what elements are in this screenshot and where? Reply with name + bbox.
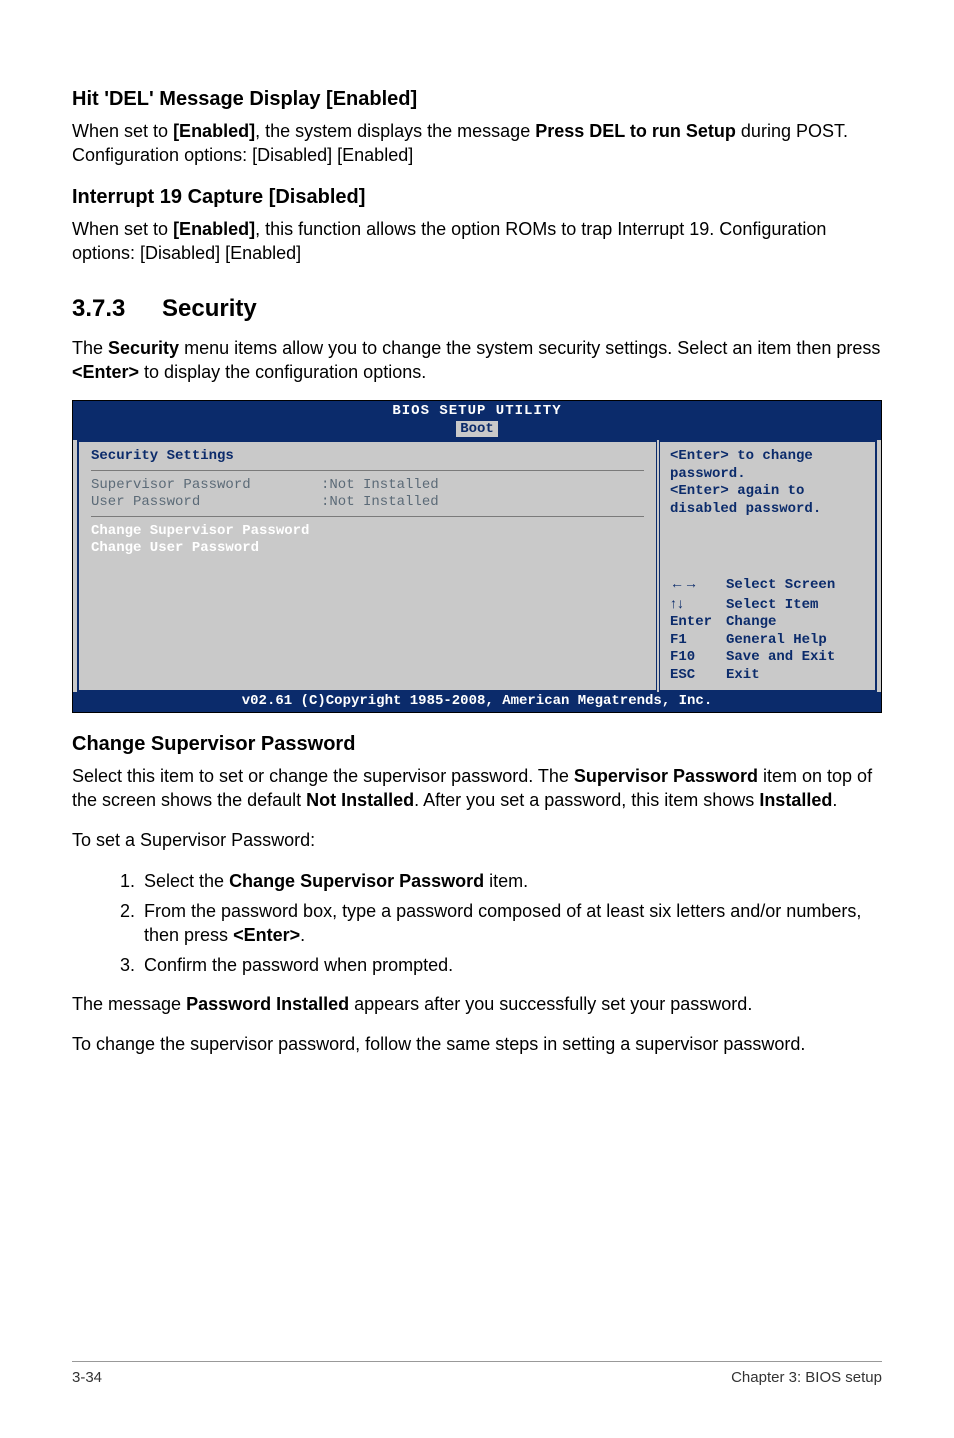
- text-bold: Password Installed: [186, 994, 349, 1014]
- bios-value: :Not Installed: [321, 494, 439, 510]
- text: .: [832, 790, 837, 810]
- text: Change: [726, 614, 776, 630]
- section-number: 3.7.3: [72, 293, 162, 325]
- text: . After you set a password, this item sh…: [414, 790, 759, 810]
- bios-label: Supervisor Password: [91, 477, 321, 495]
- section-title: Security: [162, 295, 257, 322]
- text: .: [300, 925, 305, 945]
- list-item: Select the Change Supervisor Password it…: [140, 869, 882, 893]
- para-security-intro: The Security menu items allow you to cha…: [72, 336, 882, 385]
- key-esc: ESC: [670, 667, 726, 685]
- bios-label: User Password: [91, 494, 321, 512]
- heading-interrupt-19: Interrupt 19 Capture [Disabled]: [72, 184, 882, 211]
- text-bold: Not Installed: [306, 790, 414, 810]
- steps-list: Select the Change Supervisor Password it…: [72, 869, 882, 978]
- chapter-label: Chapter 3: BIOS setup: [731, 1368, 882, 1388]
- bios-item-change-supervisor[interactable]: Change Supervisor Password: [91, 523, 644, 541]
- bios-item-change-user[interactable]: Change User Password: [91, 540, 644, 558]
- list-item: From the password box, type a password c…: [140, 899, 882, 948]
- text: appears after you successfully set your …: [349, 994, 752, 1014]
- bios-tab-boot[interactable]: Boot: [456, 421, 498, 437]
- text: When set to: [72, 219, 173, 239]
- text: When set to: [72, 121, 173, 141]
- heading-hit-del: Hit 'DEL' Message Display [Enabled]: [72, 86, 882, 113]
- text: The: [72, 338, 108, 358]
- arrows-ud-icon: ↑↓: [670, 595, 726, 613]
- para-interrupt-19: When set to [Enabled], this function all…: [72, 217, 882, 266]
- text-bold: Security: [108, 338, 179, 358]
- list-item: Confirm the password when prompted.: [140, 953, 882, 977]
- text: <Enter> to change password.: [670, 448, 865, 483]
- para-csp-4: To change the supervisor password, follo…: [72, 1032, 882, 1056]
- page-number: 3-34: [72, 1368, 102, 1388]
- arrows-lr-icon: ←→: [670, 575, 726, 593]
- text: Select this item to set or change the su…: [72, 766, 574, 786]
- bios-divider: [91, 516, 644, 517]
- text: General Help: [726, 632, 827, 648]
- bios-right-panel: <Enter> to change password. <Enter> agai…: [659, 440, 877, 692]
- heading-change-supervisor: Change Supervisor Password: [72, 731, 882, 758]
- text-bold: <Enter>: [233, 925, 300, 945]
- para-csp-3: The message Password Installed appears a…: [72, 992, 882, 1016]
- bios-row-user: User Password:Not Installed: [91, 494, 644, 512]
- text: <Enter> again to disabled password.: [670, 483, 865, 518]
- text-bold: [Enabled]: [173, 121, 255, 141]
- text: item.: [484, 871, 528, 891]
- text: Save and Exit: [726, 649, 835, 665]
- para-hit-del: When set to [Enabled], the system displa…: [72, 119, 882, 168]
- text-bold: Change Supervisor Password: [229, 871, 484, 891]
- bios-tab-row: Boot: [73, 421, 881, 441]
- text-bold: Installed: [759, 790, 832, 810]
- bios-screenshot: BIOS SETUP UTILITY Boot Security Setting…: [72, 400, 882, 713]
- bios-key-legend: ←→Select Screen ↑↓Select Item EnterChang…: [670, 575, 865, 684]
- text: The message: [72, 994, 186, 1014]
- text: Select Screen: [726, 577, 835, 593]
- text: Select Item: [726, 597, 818, 613]
- key-enter: Enter: [670, 614, 726, 632]
- text-bold: Press DEL to run Setup: [535, 121, 736, 141]
- text: menu items allow you to change the syste…: [179, 338, 880, 358]
- bios-divider: [91, 470, 644, 471]
- text: Exit: [726, 667, 760, 683]
- bios-value: :Not Installed: [321, 477, 439, 493]
- text-bold: [Enabled]: [173, 219, 255, 239]
- para-csp-2: To set a Supervisor Password:: [72, 828, 882, 852]
- key-f10: F10: [670, 649, 726, 667]
- text: , the system displays the message: [255, 121, 535, 141]
- page-footer: 3-34 Chapter 3: BIOS setup: [72, 1361, 882, 1388]
- bios-titlebar: BIOS SETUP UTILITY Boot: [73, 401, 881, 440]
- bios-footer: v02.61 (C)Copyright 1985-2008, American …: [73, 692, 881, 712]
- text: to display the configuration options.: [139, 362, 426, 382]
- text: Select the: [144, 871, 229, 891]
- bios-row-supervisor: Supervisor Password:Not Installed: [91, 477, 644, 495]
- heading-security: 3.7.3Security: [72, 293, 882, 325]
- bios-help-text: <Enter> to change password. <Enter> agai…: [670, 448, 865, 518]
- bios-title: BIOS SETUP UTILITY: [73, 401, 881, 421]
- bios-body: Security Settings Supervisor Password:No…: [73, 440, 881, 692]
- text-bold: Supervisor Password: [574, 766, 758, 786]
- bios-left-panel: Security Settings Supervisor Password:No…: [77, 440, 657, 692]
- bios-panel-heading: Security Settings: [91, 448, 644, 466]
- para-csp-1: Select this item to set or change the su…: [72, 764, 882, 813]
- key-f1: F1: [670, 632, 726, 650]
- text-bold: <Enter>: [72, 362, 139, 382]
